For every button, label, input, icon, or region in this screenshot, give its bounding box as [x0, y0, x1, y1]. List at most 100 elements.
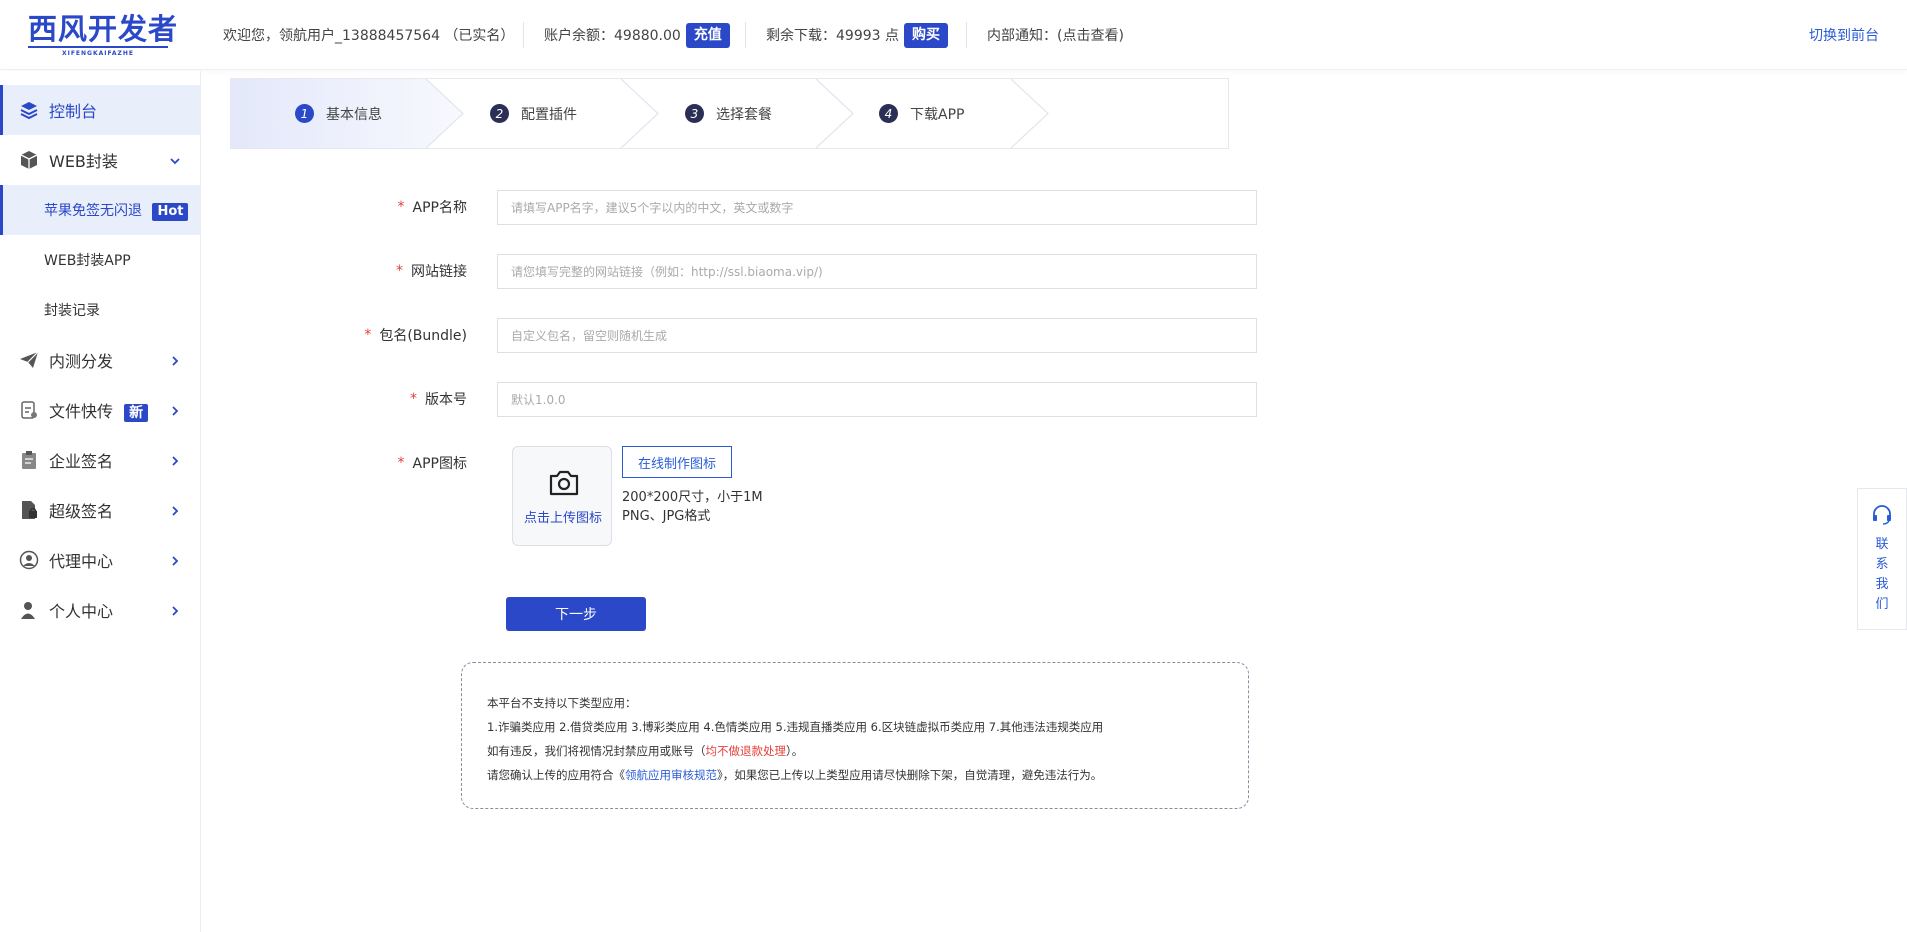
sidebar-item-label: 个人中心 [49, 602, 114, 621]
sidebar-subitem-label: WEB封装APP [44, 253, 131, 269]
step-label: 下载APP [910, 106, 965, 123]
contact-us-float[interactable]: 联 系 我 们 [1857, 488, 1907, 630]
sidebar-item-agent-center[interactable]: 代理中心 [0, 535, 200, 585]
logo-subtext: XIFENGKAIFAZHE [28, 46, 168, 57]
new-badge: 新 [124, 404, 149, 422]
chevron-right-icon [172, 406, 179, 416]
sidebar-subitem-label: 苹果免签无闪退 Hot [44, 200, 189, 221]
notice-line: 本平台不支持以下类型应用： [487, 696, 637, 710]
sidebar-subitem-wrap-records[interactable]: 封装记录 [0, 285, 200, 335]
logo-text: 西风开发者 [28, 12, 179, 46]
step-number: 4 [879, 104, 898, 123]
step-label: 选择套餐 [716, 106, 772, 123]
contact-char: 我 [1875, 577, 1889, 592]
sidebar-item-label: 超级签名 [49, 502, 114, 521]
make-icon-online-button[interactable]: 在线制作图标 [622, 446, 732, 478]
required-mark: * [396, 263, 403, 279]
sidebar: 控制台 WEB封装 苹果免签无闪退 Hot WEB封装APP 封装记录 内测分发… [0, 71, 201, 932]
chevron-right-icon [172, 506, 179, 516]
headset-icon [1873, 505, 1891, 525]
app-name-label: * APP名称 [307, 190, 467, 224]
sidebar-subitem-label: 封装记录 [44, 303, 100, 319]
agent-icon [19, 550, 39, 570]
label-text: 网站链接 [411, 264, 467, 280]
version-label: * 版本号 [307, 382, 467, 416]
no-refund-text: 均不做退款处理 [705, 744, 787, 758]
recharge-button[interactable]: 充值 [685, 22, 730, 48]
sidebar-item-label: 代理中心 [49, 552, 114, 571]
next-step-button[interactable]: 下一步 [506, 597, 646, 631]
label-text: APP图标 [412, 456, 467, 472]
step-label: 基本信息 [326, 106, 382, 123]
sidebar-item-label: 企业签名 [49, 452, 114, 471]
chevron-right-icon [172, 606, 179, 616]
divider [966, 22, 967, 48]
subitem-text: 苹果免签无闪退 [44, 202, 142, 219]
clipboard-icon [19, 450, 39, 470]
notice-text: 》，如果您已上传以上类型应用请尽快删除下架，自觉清理，避免违法行为。 [717, 768, 1103, 782]
divider [745, 22, 746, 48]
sidebar-item-enterprise-sign[interactable]: 企业签名 [0, 435, 200, 485]
bundle-label: * 包名(Bundle) [307, 318, 467, 352]
sidebar-item-personal-center[interactable]: 个人中心 [0, 585, 200, 635]
sidebar-item-label: WEB封装 [49, 152, 118, 171]
app-name-input[interactable]: 请填写APP名字，建议5个字以内的中文，英文或数字 [497, 190, 1257, 225]
sidebar-item-super-sign[interactable]: 超级签名 [0, 485, 200, 535]
box-icon [19, 150, 39, 170]
notice-text: 请您确认上传的应用符合《 [487, 768, 625, 782]
step-label: 配置插件 [521, 106, 577, 123]
notice-text: 如有违反，我们将视情况封禁应用或账号（ [487, 744, 706, 758]
notice-line: 1.诈骗类应用 2.借贷类应用 3.博彩类应用 4.色情类应用 5.违规直播类应… [487, 720, 1104, 734]
sidebar-item-console[interactable]: 控制台 [0, 85, 200, 135]
contact-char: 系 [1875, 557, 1889, 572]
contact-char: 联 [1875, 537, 1889, 552]
chevron-right-icon [172, 356, 179, 366]
site-link-input[interactable]: 请您填写完整的网站链接（例如：http://ssl.biaoma.vip/) [497, 254, 1257, 289]
sidebar-subitem-apple-sign-free[interactable]: 苹果免签无闪退 Hot [0, 185, 200, 235]
icon-upload-box[interactable]: 点击上传图标 [512, 446, 612, 546]
user-icon [19, 600, 39, 620]
logo[interactable]: 西风开发者 XIFENGKAIFAZHE [28, 12, 178, 60]
internal-notice-link[interactable]: 内部通知：(点击查看) [987, 0, 1124, 70]
welcome-text: 欢迎您，领航用户_13888457564 （已实名） [223, 28, 515, 44]
item-text: 文件快传 [49, 402, 114, 421]
review-policy-link[interactable]: 领航应用审核规范 [625, 768, 717, 782]
switch-frontend-link[interactable]: 切换到前台 [1809, 0, 1879, 70]
step-download-app: 4 下载APP [879, 79, 964, 148]
bundle-input[interactable]: 自定义包名，留空则随机生成 [497, 318, 1257, 353]
label-text: 包名(Bundle) [379, 328, 467, 344]
chevron-down-icon [170, 158, 180, 165]
step-number: 2 [490, 104, 509, 123]
version-input[interactable]: 默认1.0.0 [497, 382, 1257, 417]
downloads-label: 剩余下载：49993 点 [766, 28, 899, 44]
label-text: 版本号 [425, 392, 467, 408]
sidebar-item-web-wrap[interactable]: WEB封装 [0, 135, 200, 185]
notice-line: 请您确认上传的应用符合《领航应用审核规范》，如果您已上传以上类型应用请尽快删除下… [487, 763, 1248, 787]
upload-label: 点击上传图标 [523, 511, 602, 526]
step-configure-plugins: 2 配置插件 [490, 79, 577, 148]
app-icon-label: * APP图标 [307, 446, 467, 480]
sidebar-item-file-transfer[interactable]: 文件快传 新 [0, 385, 200, 435]
step-number: 3 [685, 104, 704, 123]
paper-plane-icon [19, 350, 39, 370]
top-header: 西风开发者 XIFENGKAIFAZHE 欢迎您，领航用户_1388845756… [0, 0, 1907, 70]
hot-badge: Hot [152, 202, 189, 221]
sidebar-item-beta-distribution[interactable]: 内测分发 [0, 335, 200, 385]
icon-format-hint: PNG、JPG格式 [622, 509, 711, 524]
label-text: APP名称 [412, 200, 467, 216]
policy-notice: 本平台不支持以下类型应用： 1.诈骗类应用 2.借贷类应用 3.博彩类应用 4.… [461, 662, 1249, 809]
sidebar-item-label: 文件快传 新 [49, 398, 149, 422]
camera-icon [549, 470, 579, 496]
layers-icon [19, 100, 39, 120]
balance-label: 账户余额：49880.00 [544, 28, 681, 44]
step-number: 1 [295, 104, 314, 123]
chevron-right-icon [172, 456, 179, 466]
required-mark: * [410, 391, 417, 407]
sidebar-item-label: 内测分发 [49, 352, 114, 371]
step-indicator: 1 基本信息 2 配置插件 3 选择套餐 4 下载APP [230, 78, 1229, 149]
step-basic-info: 1 基本信息 [295, 79, 382, 148]
sidebar-subitem-web-wrap-app[interactable]: WEB封装APP [0, 235, 200, 285]
buy-button[interactable]: 购买 [904, 22, 948, 48]
document-lock-icon [19, 500, 39, 520]
icon-size-hint: 200*200尺寸，小于1M [622, 490, 763, 505]
